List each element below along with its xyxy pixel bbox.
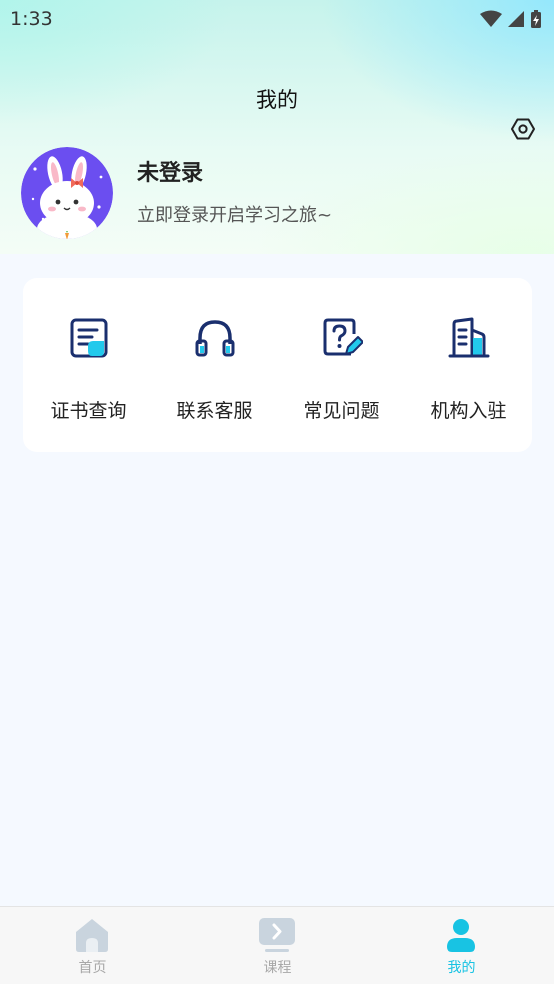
settings-hex-icon — [511, 118, 535, 140]
cellular-signal-icon — [508, 11, 524, 27]
menu-item-faq[interactable]: 常见问题 — [278, 278, 405, 452]
home-icon — [76, 919, 108, 952]
tab-home[interactable]: 首页 — [0, 907, 185, 984]
tab-profile[interactable]: 我的 — [369, 907, 554, 984]
wifi-icon — [480, 10, 502, 27]
page-title: 我的 — [256, 88, 298, 112]
battery-charging-icon — [531, 10, 541, 28]
certificate-icon — [70, 318, 108, 358]
tab-course[interactable]: 课程 — [185, 907, 370, 984]
menu-label: 证书查询 — [50, 400, 127, 422]
profile-icon — [447, 919, 475, 952]
status-time: 1:33 — [10, 8, 53, 30]
settings-button[interactable] — [508, 114, 538, 144]
tab-label: 首页 — [78, 960, 107, 976]
menu-item-customer-service[interactable]: 联系客服 — [151, 278, 278, 452]
quick-menu-card: 证书查询 联系客服 常见问题 机构入驻 — [23, 278, 532, 452]
status-bar: 1:33 — [0, 0, 554, 38]
tab-label: 我的 — [447, 960, 476, 976]
bottom-tab-bar: 首页 课程 我的 — [0, 906, 554, 984]
bunny-avatar-icon — [21, 147, 113, 239]
menu-label: 常见问题 — [303, 400, 380, 422]
faq-icon — [323, 318, 363, 356]
tab-label: 课程 — [263, 960, 292, 976]
menu-label: 联系客服 — [176, 400, 253, 422]
course-icon — [259, 918, 295, 952]
user-name[interactable]: 未登录 — [137, 155, 203, 187]
building-icon — [448, 317, 490, 358]
avatar[interactable] — [21, 147, 113, 239]
headset-icon — [195, 320, 235, 357]
menu-label: 机构入驻 — [430, 400, 507, 422]
status-icons — [480, 9, 542, 29]
login-prompt[interactable]: 立即登录开启学习之旅~ — [137, 201, 332, 227]
menu-item-institution[interactable]: 机构入驻 — [405, 278, 532, 452]
menu-item-certificate[interactable]: 证书查询 — [25, 278, 152, 452]
